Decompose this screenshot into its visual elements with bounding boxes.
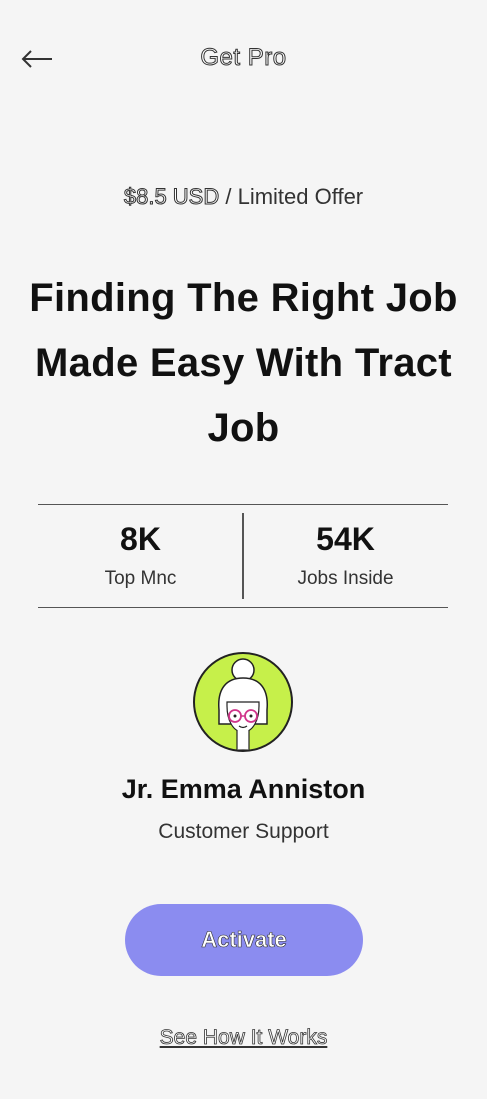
stats-panel: 8K Top Mnc 54K Jobs Inside: [38, 504, 448, 608]
offer-label: Limited Offer: [237, 184, 364, 209]
see-how-it-works-link[interactable]: See How It Works: [0, 1026, 487, 1050]
support-agent-avatar-icon: [218, 658, 268, 750]
offer-separator: /: [219, 184, 238, 209]
activate-button[interactable]: Activate: [125, 904, 363, 976]
support-role: Customer Support: [158, 820, 329, 843]
offer-price: $8.5 USD: [123, 184, 220, 210]
stat-value: 8K: [120, 521, 161, 557]
page-title: Get Pro: [200, 44, 287, 72]
offer-line: $8.5 USD / Limited Offer: [0, 184, 487, 210]
avatar: [193, 652, 293, 752]
top-bar: Get Pro: [0, 38, 487, 82]
support-name: Jr. Emma Anniston: [121, 774, 366, 804]
stat-top-mnc: 8K Top Mnc: [38, 505, 243, 607]
stat-value: 54K: [316, 521, 375, 557]
stat-label: Top Mnc: [104, 568, 177, 589]
headline: Finding The Right Job Made Easy With Tra…: [29, 276, 458, 450]
stat-jobs-inside: 54K Jobs Inside: [243, 505, 448, 607]
stat-label: Jobs Inside: [297, 568, 394, 589]
